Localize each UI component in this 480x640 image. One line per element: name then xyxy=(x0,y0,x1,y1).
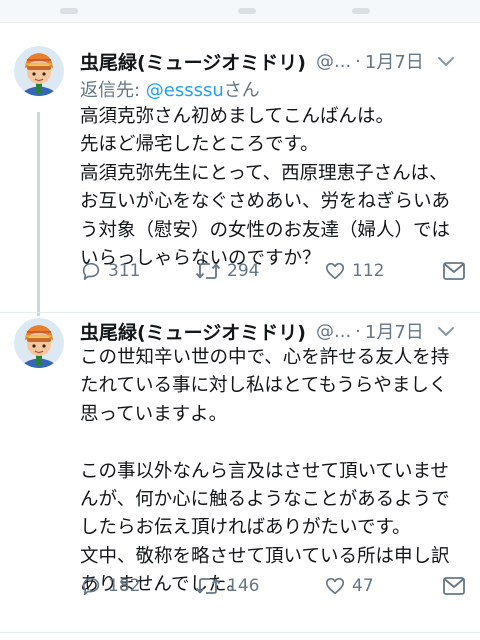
direct-message-button[interactable] xyxy=(442,258,472,284)
reply-to-line: 返信先: @essssuさん xyxy=(80,76,260,102)
tweet-text: 高須克弥さん初めましてこんばんは。 先ほど帰宅したところです。 高須克弥先生にと… xyxy=(80,103,472,273)
reply-icon xyxy=(82,577,100,596)
reply-to-mention[interactable]: @essssu xyxy=(146,80,224,101)
direct-message-button[interactable] xyxy=(442,573,472,599)
tweet-text-line: 先ほど帰宅したところです。 xyxy=(80,134,319,156)
tweet-header: 虫尾緑(ミュージオミドリ) @... · 1月7日 xyxy=(80,46,466,76)
reply-button[interactable]: 182 xyxy=(80,573,140,599)
tweet-text-line: う対象（慰安）の女性のお友達（婦人）では xyxy=(80,219,451,241)
tweet-actions: 311 294 112 xyxy=(80,258,472,284)
chevron-down-icon[interactable] xyxy=(436,52,456,72)
tweet-date[interactable]: 1月7日 xyxy=(365,48,424,74)
tweet-text: この世知辛い世の中で、心を許せる友人を持 たれている事に対し私はとてもうらやまし… xyxy=(80,344,472,600)
reply-to-prefix: 返信先: xyxy=(80,80,146,101)
header-separator: · xyxy=(355,50,361,72)
tweet-header: 虫尾緑(ミュージオミドリ) @... · 1月7日 xyxy=(80,316,466,346)
tweet-text-line: したらお伝え頂ければありがたいです。 xyxy=(80,517,411,539)
retweet-icon xyxy=(195,578,221,594)
retweet-icon xyxy=(195,263,221,279)
chevron-down-icon[interactable] xyxy=(436,322,456,342)
retweet-count: 146 xyxy=(227,576,260,596)
reply-count: 311 xyxy=(108,261,141,281)
like-button[interactable]: 112 xyxy=(324,258,384,284)
avatar[interactable] xyxy=(14,46,64,96)
tweet-actions: 182 146 47 xyxy=(80,573,472,599)
tweet-text-line: この世知辛い世の中で、心を許せる友人を持 xyxy=(80,347,450,368)
display-name[interactable]: 虫尾緑(ミュージオミドリ) xyxy=(80,318,306,345)
retweet-button[interactable]: 146 xyxy=(195,573,259,599)
user-handle[interactable]: @... xyxy=(316,51,351,72)
like-count: 47 xyxy=(352,576,374,596)
avatar-illustration xyxy=(14,46,64,96)
reply-count: 182 xyxy=(108,576,141,596)
heart-icon xyxy=(325,577,345,595)
avatar[interactable] xyxy=(14,318,64,368)
tweet-text-line xyxy=(80,429,472,457)
tweet-text-line: 高須克弥先生にとって、西原理恵子さんは、 xyxy=(80,162,448,184)
retweet-button[interactable]: 294 xyxy=(195,258,259,284)
tweet-text-line: 思っていますよ。 xyxy=(80,403,228,425)
tweet[interactable]: 虫尾緑(ミュージオミドリ) @... · 1月7日 返信先: @essssuさん… xyxy=(0,0,480,316)
tweet-text-line: この事以外なんら言及はさせて頂いていませ xyxy=(80,460,449,482)
mail-icon xyxy=(443,262,465,280)
user-handle[interactable]: @... xyxy=(316,321,351,342)
avatar-illustration xyxy=(14,318,64,368)
tweet-text-line: んが、何か心に触るようなことがあるようで xyxy=(80,488,450,510)
retweet-count: 294 xyxy=(227,261,260,281)
mail-icon xyxy=(443,577,465,595)
tweet-text-line: 高須克弥さん初めましてこんばんは。 xyxy=(80,106,394,127)
like-count: 112 xyxy=(352,261,385,281)
tweet-text-line: 文中、敬称を略させて頂いている所は申し訳 xyxy=(80,545,450,567)
display-name[interactable]: 虫尾緑(ミュージオミドリ) xyxy=(80,48,306,75)
tweet-divider xyxy=(0,632,480,633)
header-separator: · xyxy=(355,320,361,342)
tweet-date[interactable]: 1月7日 xyxy=(365,318,424,344)
reply-to-suffix: さん xyxy=(223,80,260,101)
reply-button[interactable]: 311 xyxy=(80,258,140,284)
tweet-text-line: たれている事に対し私はとてもうらやましく xyxy=(80,375,448,397)
tweet[interactable]: 虫尾緑(ミュージオミドリ) @... · 1月7日 この世知辛い世の中で、心を許… xyxy=(0,313,480,640)
like-button[interactable]: 47 xyxy=(324,573,374,599)
reply-icon xyxy=(82,262,100,281)
tweet-text-line: お互いが心をなぐさめあい、労をねぎらいあ xyxy=(80,191,451,213)
heart-icon xyxy=(325,262,345,280)
